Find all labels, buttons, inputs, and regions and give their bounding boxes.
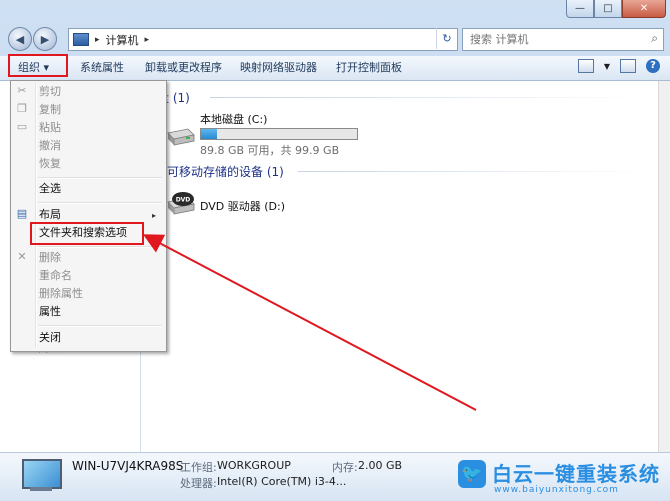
group-divider-removable	[298, 171, 650, 172]
refresh-icon: ↻	[442, 32, 452, 45]
menu-item-paste[interactable]: 粘贴	[39, 121, 61, 135]
forward-arrow-icon: ▶	[40, 32, 50, 46]
computer-name: WIN-U7VJ4KRA98S	[72, 459, 184, 473]
caption-buttons: — □ ✕	[566, 0, 666, 18]
menu-item-redo[interactable]: 恢复	[39, 157, 61, 171]
menu-separator	[38, 325, 162, 327]
delete-icon: ✕	[17, 250, 27, 263]
menu-separator	[38, 202, 162, 204]
computer-stand-icon	[30, 487, 52, 491]
hard-disk-icon	[167, 128, 195, 146]
address-bar[interactable]: ▸ 计算机 ▸	[68, 28, 458, 51]
minimize-button[interactable]: —	[566, 0, 594, 18]
system-properties-button[interactable]: 系统属性	[80, 59, 124, 77]
menu-item-remove-properties[interactable]: 删除属性	[39, 287, 83, 301]
watermark: 🐦 白云一键重装系统 www.baiyunxitong.com	[458, 458, 670, 500]
menu-item-copy[interactable]: 复制	[39, 103, 61, 117]
drive-c-usage-bar	[200, 128, 358, 140]
maximize-button[interactable]: □	[594, 0, 622, 18]
breadcrumb-computer[interactable]: 计算机	[106, 32, 139, 48]
breadcrumb-arrow[interactable]: ▸	[95, 35, 100, 45]
uninstall-program-button[interactable]: 卸载或更改程序	[145, 59, 222, 77]
organize-highlight-box	[8, 54, 68, 77]
change-view-icon[interactable]	[577, 59, 594, 73]
drive-c-free-space: 89.8 GB 可用，共 99.9 GB	[200, 144, 340, 157]
computer-icon	[73, 33, 89, 46]
menu-separator	[38, 177, 162, 179]
menu-item-properties[interactable]: 属性	[39, 305, 61, 319]
group-divider-hdd	[210, 97, 650, 98]
preview-pane-icon[interactable]	[620, 59, 636, 73]
back-arrow-icon: ◀	[15, 32, 25, 46]
memory-value: 2.00 GB	[358, 459, 403, 472]
search-icon[interactable]: ⌕	[651, 31, 658, 46]
cut-icon: ✂	[17, 84, 27, 97]
search-box[interactable]: ⌕	[462, 28, 664, 51]
organize-menu: ✂ 剪切 ❐ 复制 ▭ 粘贴 撤消 恢复 全选 ▤ 布局 ▸ 文件夹和搜索选项 …	[10, 80, 167, 352]
menu-item-close[interactable]: 关闭	[39, 331, 61, 345]
close-button[interactable]: ✕	[622, 0, 666, 18]
breadcrumb-end-arrow[interactable]: ▸	[145, 35, 150, 45]
processor-label: 处理器:	[180, 477, 217, 490]
workgroup-label: 工作组:	[180, 461, 217, 474]
menu-item-select-all[interactable]: 全选	[39, 182, 61, 196]
menu-item-delete[interactable]: 删除	[39, 251, 61, 265]
dvd-icon-label: DVD	[176, 197, 191, 204]
command-bar: 组织 ▾ 系统属性 卸载或更改程序 映射网络驱动器 打开控制面板 ▼ ?	[0, 56, 670, 81]
menu-item-layout[interactable]: 布局	[39, 208, 61, 222]
explorer-window: — □ ✕ ◀ ▶ ▸ 计算机 ▸ ↻ ⌕ 组织 ▾ 系统属性 卸载或更改程序 …	[0, 0, 670, 501]
folder-options-highlight-box	[30, 222, 144, 245]
drive-c-name[interactable]: 本地磁盘 (C:)	[200, 111, 267, 127]
drive-c-usage-fill	[201, 129, 217, 139]
computer-monitor-icon	[22, 459, 62, 489]
search-input[interactable]	[468, 32, 642, 47]
view-controls: ▼ ?	[577, 59, 660, 73]
dvd-drive-icon: DVD	[167, 192, 195, 215]
layout-icon: ▤	[16, 207, 28, 220]
drive-d-name[interactable]: DVD 驱动器 (D:)	[200, 198, 285, 214]
memory-label: 内存:	[332, 461, 358, 474]
paste-icon: ▭	[16, 120, 28, 133]
group-header-removable[interactable]: 有可移动存储的设备 (1)	[155, 163, 284, 180]
help-icon[interactable]: ?	[646, 59, 660, 73]
navigation-row: ◀ ▶ ▸ 计算机 ▸ ↻ ⌕	[0, 24, 670, 54]
scrollbar[interactable]	[658, 81, 670, 452]
menu-item-cut[interactable]: 剪切	[39, 85, 61, 99]
view-dropdown-icon[interactable]: ▼	[604, 62, 610, 71]
workgroup-value: WORKGROUP	[217, 459, 291, 472]
processor-value: Intel(R) Core(TM) i3-4...	[217, 475, 347, 488]
back-button[interactable]: ◀	[8, 27, 32, 51]
menu-gutter	[35, 83, 37, 347]
submenu-arrow-icon: ▸	[152, 211, 157, 220]
copy-icon: ❐	[17, 102, 27, 115]
map-network-drive-button[interactable]: 映射网络驱动器	[240, 59, 317, 77]
open-control-panel-button[interactable]: 打开控制面板	[336, 59, 402, 77]
menu-separator	[38, 246, 162, 248]
menu-item-rename[interactable]: 重命名	[39, 269, 72, 283]
refresh-button[interactable]: ↻	[436, 28, 457, 49]
watermark-url: www.baiyunxitong.com	[494, 485, 619, 495]
menu-item-undo[interactable]: 撤消	[39, 139, 61, 153]
watermark-name: 白云一键重装系统	[492, 462, 660, 486]
forward-button[interactable]: ▶	[33, 27, 57, 51]
bird-logo-icon: 🐦	[458, 460, 486, 488]
